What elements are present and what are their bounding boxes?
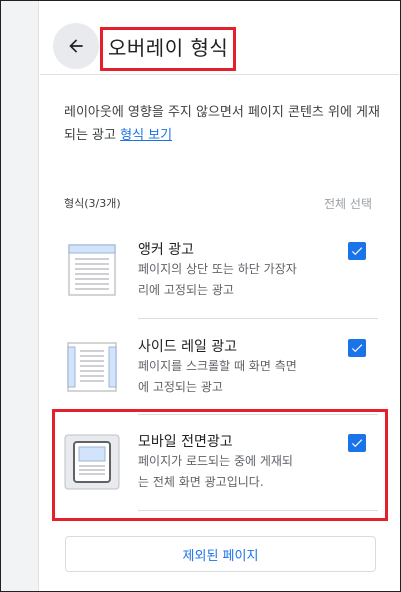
item-name: 앵커 광고 — [138, 242, 194, 258]
item-description: 페이지를 스크롤할 때 화면 측면 에 고정되는 광고 — [138, 359, 297, 394]
list-item: 사이드 레일 광고 페이지를 스크롤할 때 화면 측면 에 고정되는 광고 — [64, 333, 380, 409]
side-rail-ad-checkbox[interactable] — [348, 339, 366, 357]
back-button[interactable] — [53, 23, 99, 69]
item-name: 사이드 레일 광고 — [138, 339, 238, 355]
anchor-ad-checkbox[interactable] — [348, 242, 366, 260]
item-description: 페이지의 상단 또는 하단 가장자 리에 고정되는 광고 — [138, 262, 297, 297]
description: 레이아웃에 영향을 주지 않으면서 페이지 콘텐츠 위에 게재되는 광고 형식 … — [64, 101, 384, 147]
arrow-back-icon — [69, 39, 83, 53]
list-item: 앵커 광고 페이지의 상단 또는 하단 가장자 리에 고정되는 광고 — [64, 236, 380, 312]
anchor-ad-icon — [68, 244, 116, 296]
check-icon — [351, 247, 363, 256]
check-icon — [351, 344, 363, 353]
format-count: 형식(3/3개) — [64, 197, 121, 210]
description-text: 레이아웃에 영향을 주지 않으면서 페이지 콘텐츠 위에 게재되는 광고 — [64, 105, 380, 143]
highlight-box-title — [100, 27, 236, 71]
excluded-pages-button[interactable]: 제외된 페이지 — [65, 536, 376, 572]
view-formats-link[interactable]: 형식 보기 — [120, 128, 172, 143]
select-all-button[interactable]: 전체 선택 — [324, 195, 372, 212]
divider — [138, 318, 378, 319]
left-strip — [1, 1, 39, 591]
list-header: 형식(3/3개) 전체 선택 — [64, 195, 372, 213]
side-rail-ad-icon — [67, 342, 117, 392]
highlight-box-item — [52, 409, 388, 521]
